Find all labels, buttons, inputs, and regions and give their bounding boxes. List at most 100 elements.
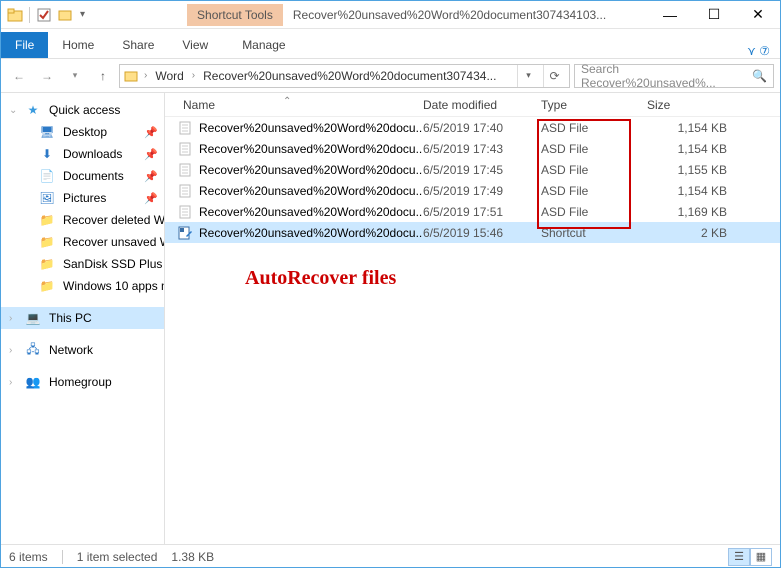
column-size[interactable]: Size — [647, 98, 733, 112]
file-date: 6/5/2019 15:46 — [423, 226, 541, 240]
chevron-right-icon[interactable]: › — [144, 70, 147, 81]
file-icon — [177, 141, 193, 157]
back-button[interactable]: ← — [7, 64, 31, 88]
desktop-icon: 🖥 — [39, 124, 55, 140]
tab-manage[interactable]: Manage — [228, 32, 299, 58]
ribbon-help-icon[interactable]: ⋎ ⑦ — [737, 44, 780, 58]
file-row[interactable]: Recover%20unsaved%20Word%20docu...6/5/20… — [165, 222, 780, 243]
sidebar-network[interactable]: ›🖧Network — [1, 339, 164, 361]
up-button[interactable]: ↑ — [91, 64, 115, 88]
file-size: 1,154 KB — [647, 142, 733, 156]
qat-separator — [29, 7, 30, 23]
folder-small-icon[interactable] — [58, 7, 74, 23]
file-rows: AutoRecover files Recover%20unsaved%20Wo… — [165, 117, 780, 243]
sidebar-pictures[interactable]: 🖼Pictures📌 — [1, 187, 164, 209]
sidebar-downloads[interactable]: ⬇Downloads📌 — [1, 143, 164, 165]
search-input[interactable]: Search Recover%20unsaved%... 🔍 — [574, 64, 774, 88]
file-row[interactable]: Recover%20unsaved%20Word%20docu...6/5/20… — [165, 159, 780, 180]
file-icon — [177, 162, 193, 178]
navigation-bar: ← → ▾ ↑ › Word › Recover%20unsaved%20Wor… — [1, 59, 780, 93]
sidebar-folder-3[interactable]: 📁SanDisk SSD Plus — [1, 253, 164, 275]
file-row[interactable]: Recover%20unsaved%20Word%20docu...6/5/20… — [165, 180, 780, 201]
sidebar-homegroup[interactable]: ›👥Homegroup — [1, 371, 164, 393]
file-type: Shortcut — [541, 226, 647, 240]
folder-icon: 📁 — [39, 234, 55, 250]
folder-icon — [124, 68, 140, 84]
file-type: ASD File — [541, 163, 647, 177]
pc-icon: 💻 — [25, 310, 41, 326]
file-date: 6/5/2019 17:49 — [423, 184, 541, 198]
file-date: 6/5/2019 17:43 — [423, 142, 541, 156]
chevron-right-icon[interactable]: › — [9, 345, 12, 356]
sidebar-item-label: Quick access — [49, 103, 120, 117]
documents-icon: 📄 — [39, 168, 55, 184]
pin-icon: 📌 — [144, 192, 158, 205]
sidebar-folder-1[interactable]: 📁Recover deleted Wo — [1, 209, 164, 231]
file-icon — [177, 120, 193, 136]
window-title: Recover%20unsaved%20Word%20document30743… — [283, 8, 648, 22]
column-type[interactable]: Type — [541, 98, 647, 112]
annotation-text: AutoRecover files — [245, 267, 396, 290]
pin-icon: 📌 — [144, 170, 158, 183]
file-row[interactable]: Recover%20unsaved%20Word%20docu...6/5/20… — [165, 117, 780, 138]
navigation-pane: ⌄ ★ Quick access 🖥Desktop📌 ⬇Downloads📌 📄… — [1, 93, 165, 544]
file-size: 1,154 KB — [647, 184, 733, 198]
minimize-button[interactable]: — — [648, 1, 692, 29]
file-type: ASD File — [541, 205, 647, 219]
file-type: ASD File — [541, 121, 647, 135]
status-selected: 1 item selected — [77, 550, 158, 564]
file-list-pane: Name⌃ Date modified Type Size AutoRecove… — [165, 93, 780, 544]
sidebar-desktop[interactable]: 🖥Desktop📌 — [1, 121, 164, 143]
sort-asc-icon: ⌃ — [283, 96, 291, 107]
breadcrumb-word[interactable]: Word — [151, 67, 187, 85]
close-button[interactable]: ✕ — [736, 1, 780, 29]
tab-home[interactable]: Home — [48, 32, 108, 58]
refresh-button[interactable]: ⟳ — [543, 65, 565, 87]
status-size: 1.38 KB — [171, 550, 214, 564]
folder-icon: 📁 — [39, 256, 55, 272]
column-date[interactable]: Date modified — [423, 98, 541, 112]
column-name[interactable]: Name⌃ — [173, 98, 423, 112]
file-icon — [177, 183, 193, 199]
tab-share[interactable]: Share — [108, 32, 168, 58]
address-bar[interactable]: › Word › Recover%20unsaved%20Word%20docu… — [119, 64, 570, 88]
status-item-count: 6 items — [9, 550, 48, 564]
history-dropdown[interactable]: ▾ — [63, 64, 87, 88]
chevron-right-icon[interactable]: › — [9, 377, 12, 388]
chevron-down-icon[interactable]: ⌄ — [9, 105, 17, 116]
maximize-button[interactable]: ☐ — [692, 1, 736, 29]
sidebar-folder-4[interactable]: 📁Windows 10 apps m — [1, 275, 164, 297]
file-name: Recover%20unsaved%20Word%20docu... — [199, 121, 423, 135]
sidebar-folder-2[interactable]: 📁Recover unsaved W — [1, 231, 164, 253]
qat-dropdown-icon[interactable]: ▾ — [80, 9, 85, 20]
sidebar-quick-access[interactable]: ⌄ ★ Quick access — [1, 99, 164, 121]
file-row[interactable]: Recover%20unsaved%20Word%20docu...6/5/20… — [165, 201, 780, 222]
file-icon — [177, 204, 193, 220]
tab-view[interactable]: View — [168, 32, 222, 58]
sidebar-this-pc[interactable]: ›💻This PC — [1, 307, 164, 329]
checkbox-checked-icon[interactable] — [36, 7, 52, 23]
file-name: Recover%20unsaved%20Word%20docu... — [199, 184, 423, 198]
address-dropdown-icon[interactable]: ▾ — [517, 65, 539, 87]
sidebar-documents[interactable]: 📄Documents📌 — [1, 165, 164, 187]
file-row[interactable]: Recover%20unsaved%20Word%20docu...6/5/20… — [165, 138, 780, 159]
column-headers: Name⌃ Date modified Type Size — [165, 93, 780, 117]
search-placeholder: Search Recover%20unsaved%... — [581, 62, 752, 90]
tab-file[interactable]: File — [1, 32, 48, 58]
file-date: 6/5/2019 17:40 — [423, 121, 541, 135]
forward-button[interactable]: → — [35, 64, 59, 88]
title-bar: ▾ Shortcut Tools Recover%20unsaved%20Wor… — [1, 1, 780, 29]
contextual-tab-label: Shortcut Tools — [187, 4, 283, 26]
chevron-right-icon[interactable]: › — [192, 70, 195, 81]
thumbnails-view-button[interactable]: ▦ — [750, 548, 772, 566]
divider — [62, 550, 63, 564]
homegroup-icon: 👥 — [25, 374, 41, 390]
file-name: Recover%20unsaved%20Word%20docu... — [199, 226, 423, 240]
file-size: 1,155 KB — [647, 163, 733, 177]
chevron-right-icon[interactable]: › — [9, 313, 12, 324]
folder-icon — [7, 7, 23, 23]
details-view-button[interactable]: ☰ — [728, 548, 750, 566]
pin-icon: 📌 — [144, 126, 158, 139]
status-bar: 6 items 1 item selected 1.38 KB ☰ ▦ — [1, 544, 780, 568]
breadcrumb-folder[interactable]: Recover%20unsaved%20Word%20document30743… — [199, 67, 500, 85]
